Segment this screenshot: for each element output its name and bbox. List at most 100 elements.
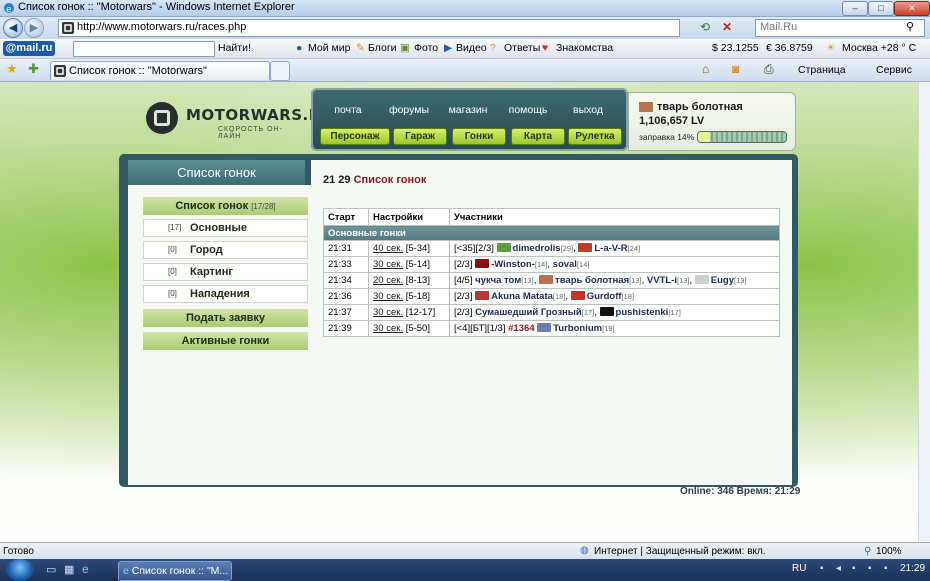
search-icon[interactable]: ⚲ — [906, 20, 914, 33]
toolbar-item-video[interactable]: Видео — [456, 42, 487, 54]
race-time-link[interactable]: 30 сек. — [373, 259, 403, 270]
mail-search-input[interactable] — [73, 41, 215, 57]
stop-icon[interactable]: ✕ — [722, 20, 732, 34]
page-scrollbar[interactable] — [918, 82, 930, 541]
zoom-level[interactable]: 100% — [876, 546, 902, 557]
participant-name[interactable]: Eugy — [711, 275, 734, 286]
menu-item-city[interactable]: [0] Город — [143, 241, 308, 259]
start-button[interactable] — [6, 559, 34, 581]
mail-toolbar: @mail.ru Найти! ● Мой мир ✎ Блоги ▣ Фото… — [0, 40, 930, 59]
user-avatar — [639, 102, 653, 112]
race-time-link[interactable]: 30 сек. — [373, 323, 403, 334]
participant-name[interactable]: pushistenki — [616, 307, 669, 318]
participant-name[interactable]: тварь болотная — [555, 275, 629, 286]
participant-name[interactable]: soval — [553, 259, 577, 270]
tray-sync-icon[interactable]: ▪ — [884, 563, 888, 574]
nav-forums[interactable]: форумы — [382, 104, 436, 116]
participant-level: [18] — [621, 292, 635, 301]
menu-item-karting[interactable]: [0] Картинг — [143, 263, 308, 281]
security-zone: Интернет | Защищенный режим: вкл. — [594, 546, 766, 557]
switch-windows-icon[interactable]: ▦ — [64, 563, 74, 576]
nav-exit[interactable]: выход — [561, 104, 615, 116]
participant-level: [14] — [534, 260, 548, 269]
toolbar-item-blogs[interactable]: Блоги — [368, 42, 397, 54]
active-races-button[interactable]: Активные гонки — [143, 332, 308, 350]
participant-name[interactable]: Сумашедший Грозный — [475, 307, 582, 318]
toolbar-item-photo[interactable]: Фото — [414, 42, 438, 54]
race-start: 21:39 — [323, 320, 369, 337]
page-menu[interactable]: Страница — [798, 64, 846, 76]
tray-volume-icon[interactable]: ◂ — [836, 563, 841, 574]
race-level-range: [5-34] — [405, 243, 430, 254]
taskbar: ▭ ▦ e e Список гонок :: "M... RU ▪ ◂ ▪ ▪… — [0, 559, 930, 581]
forward-button[interactable]: ▶ — [24, 18, 44, 38]
print-icon[interactable]: ⎙ — [764, 62, 774, 77]
nav-shop[interactable]: магазин — [441, 104, 495, 116]
nav-races-button[interactable]: Гонки — [452, 128, 506, 145]
participant-name[interactable]: Akuna Matata — [491, 291, 553, 302]
tray-app-icon[interactable]: ▪ — [852, 563, 856, 574]
refresh-icon[interactable]: ⟲ — [700, 20, 710, 34]
nav-map-button[interactable]: Карта — [511, 128, 565, 145]
maximize-button[interactable]: □ — [868, 1, 894, 16]
ie-quicklaunch-icon[interactable]: e — [82, 562, 89, 576]
tools-menu[interactable]: Сервис — [876, 64, 912, 76]
site-logo[interactable]: MOTORWARS.RU СКОРОСТЬ ОН-ЛАЙН — [146, 100, 333, 140]
race-start: 21:31 — [323, 240, 369, 257]
home-icon[interactable]: ⌂ — [702, 62, 709, 76]
participant-level: [18] — [552, 292, 566, 301]
race-time-link[interactable]: 30 сек. — [373, 291, 403, 302]
race-start: 21:36 — [323, 288, 369, 305]
participant-name[interactable]: Turbonium — [553, 323, 602, 334]
participant-name[interactable]: -Winston- — [491, 259, 535, 270]
user-name[interactable]: тварь болотная — [657, 101, 743, 113]
participant-name[interactable]: L-a-V-R — [594, 243, 627, 254]
toolbar-item-mymir[interactable]: Мой мир — [308, 42, 350, 54]
taskbar-item-ie[interactable]: e Список гонок :: "M... — [118, 561, 232, 581]
search-box[interactable]: Mail.Ru ⚲ — [755, 19, 925, 37]
show-desktop-icon[interactable]: ▭ — [46, 563, 56, 576]
new-tab-button[interactable] — [270, 61, 290, 81]
close-window-button[interactable]: ✕ — [894, 1, 930, 16]
participant-name[interactable]: чукча том — [475, 275, 521, 286]
tab-motorwars[interactable]: Список гонок :: "Motorwars" — [50, 61, 270, 80]
favorites-star-icon[interactable]: ★ — [6, 61, 18, 77]
race-participants: [2/3] Akuna Matata[18], Gurdoff[18] — [449, 288, 780, 305]
race-prefix: [<4][БТ][1/3] — [454, 323, 506, 334]
participant-name[interactable]: VVTL-i — [647, 275, 677, 286]
menu-item-main[interactable]: [17] Основные — [143, 219, 308, 237]
participant-name[interactable]: dimedrolis — [513, 243, 561, 254]
weather-text: Москва +28 ° C — [842, 42, 917, 54]
col-settings: Настройки — [368, 208, 450, 226]
toolbar-item-answers[interactable]: Ответы — [504, 42, 540, 54]
nav-mail[interactable]: почта — [321, 104, 375, 116]
nav-help[interactable]: помощь — [501, 104, 555, 116]
menu-item-attacks[interactable]: [0] Нападения — [143, 285, 308, 303]
toolbar-item-dating[interactable]: Знакомства — [556, 42, 613, 54]
weather-icon: ☀ — [826, 42, 836, 54]
menu-race-list[interactable]: Список гонок [17/28] — [143, 197, 308, 215]
submit-request-button[interactable]: Подать заявку — [143, 309, 308, 327]
zoom-icon: ⚲ — [864, 546, 872, 557]
nav-character-button[interactable]: Персонаж — [320, 128, 390, 145]
race-start: 21:37 — [323, 304, 369, 321]
nav-garage-button[interactable]: Гараж — [393, 128, 447, 145]
minimize-button[interactable]: – — [842, 1, 868, 16]
race-time-link[interactable]: 40 сек. — [373, 243, 403, 254]
feeds-icon[interactable]: ◙ — [732, 62, 739, 76]
nav-roulette-button[interactable]: Рулетка — [568, 128, 622, 145]
add-favorites-icon[interactable]: ✚ — [28, 61, 39, 77]
tray-network-icon[interactable]: ▪ — [820, 563, 824, 574]
mailru-logo[interactable]: @mail.ru — [3, 41, 55, 56]
taskbar-clock: 21:29 — [900, 563, 926, 574]
race-settings: 30 сек. [12-17] — [368, 304, 450, 321]
col-start: Старт — [323, 208, 369, 226]
address-bar[interactable]: http://www.motorwars.ru/races.php — [58, 19, 680, 37]
back-button[interactable]: ◀ — [3, 18, 23, 38]
tray-power-icon[interactable]: ▪ — [868, 563, 872, 574]
race-time-link[interactable]: 20 сек. — [373, 275, 403, 286]
race-time-link[interactable]: 30 сек. — [373, 307, 403, 318]
participant-name[interactable]: Gurdoff — [587, 291, 622, 302]
mail-find-button[interactable]: Найти! — [218, 42, 251, 54]
input-language[interactable]: RU — [792, 563, 806, 574]
